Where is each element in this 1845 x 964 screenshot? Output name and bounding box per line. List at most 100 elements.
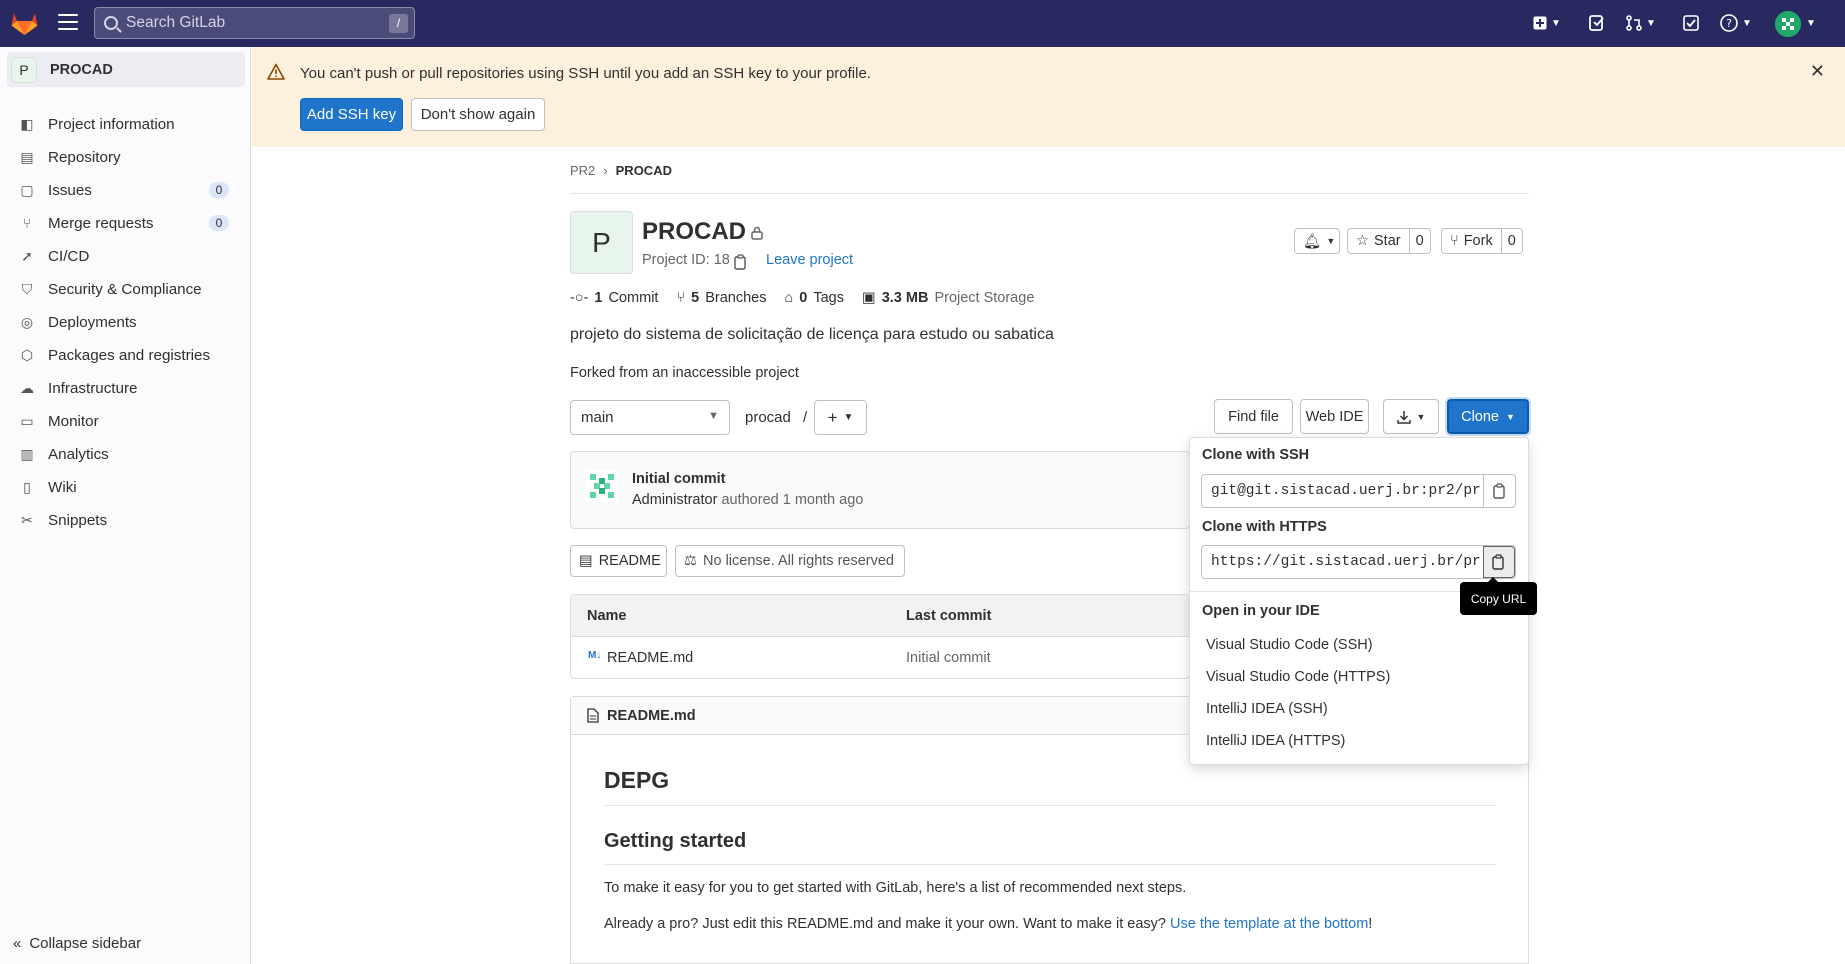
copy-ssh-url-button[interactable] bbox=[1483, 475, 1515, 507]
top-bar: Search GitLab / ▼ ▼ ? ▼ ▼ bbox=[0, 0, 1845, 47]
collapse-sidebar-label: Collapse sidebar bbox=[29, 935, 142, 952]
readme-pill[interactable]: ▤ README bbox=[570, 545, 667, 577]
fork-button[interactable]: ⑂ Fork 0 bbox=[1441, 228, 1523, 254]
sidebar-item-issues[interactable]: ▢ Issues 0 bbox=[8, 175, 244, 205]
sidebar-item-merge-requests[interactable]: ⑂ Merge requests 0 bbox=[8, 208, 244, 238]
menu-icon[interactable] bbox=[58, 14, 78, 32]
chevron-down-icon: ▼ bbox=[1505, 411, 1515, 422]
sidebar-item-wiki[interactable]: ▯ Wiki bbox=[8, 472, 244, 502]
divider bbox=[604, 805, 1496, 806]
open-intellij-ssh-item[interactable]: IntelliJ IDEA (SSH) bbox=[1206, 701, 1328, 717]
double-chevron-left-icon: « bbox=[13, 935, 22, 952]
clone-label: Clone bbox=[1461, 408, 1499, 425]
issues-count-badge: 0 bbox=[209, 182, 229, 198]
avatar[interactable] bbox=[586, 470, 618, 502]
collapse-sidebar-button[interactable]: « Collapse sidebar bbox=[13, 935, 141, 952]
star-count[interactable]: 0 bbox=[1408, 229, 1430, 253]
branch-selector[interactable]: main ▼ bbox=[570, 400, 730, 435]
find-file-button[interactable]: Find file bbox=[1214, 399, 1293, 434]
notification-dropdown[interactable]: 🔔︎ ▼ bbox=[1294, 228, 1340, 254]
sidebar-item-infrastructure[interactable]: ☁ Infrastructure bbox=[8, 373, 244, 403]
dont-show-again-button[interactable]: Don't show again bbox=[411, 98, 545, 131]
project-description: projeto do sistema de solicitação de lic… bbox=[570, 326, 1054, 343]
sidebar-item-packages-registries[interactable]: ⬡ Packages and registries bbox=[8, 340, 244, 370]
copy-icon[interactable] bbox=[734, 254, 748, 270]
license-pill[interactable]: ⚖ No license. All rights reserved bbox=[675, 545, 905, 577]
sidebar-project-header[interactable]: P PROCAD bbox=[7, 52, 245, 87]
issues-icon[interactable] bbox=[1589, 13, 1604, 33]
chevron-down-icon[interactable]: ▼ bbox=[1806, 13, 1816, 33]
sidebar-project-name: PROCAD bbox=[50, 61, 113, 78]
sidebar-item-analytics[interactable]: ▥ Analytics bbox=[8, 439, 244, 469]
star-button[interactable]: ☆ Star 0 bbox=[1347, 228, 1431, 254]
leave-project-link[interactable]: Leave project bbox=[766, 252, 853, 268]
search-input[interactable]: Search GitLab / bbox=[94, 7, 415, 39]
commit-title[interactable]: Initial commit bbox=[632, 471, 725, 487]
web-ide-button[interactable]: Web IDE bbox=[1300, 399, 1369, 434]
markdown-icon: M↓ bbox=[588, 650, 602, 661]
sidebar-item-cicd[interactable]: ➚ CI/CD bbox=[8, 241, 244, 271]
file-last-commit[interactable]: Initial commit bbox=[906, 650, 991, 666]
commit-author[interactable]: Administrator bbox=[632, 492, 717, 508]
todo-icon[interactable] bbox=[1683, 13, 1699, 33]
sidebar-item-security-compliance[interactable]: ⛉ Security & Compliance bbox=[8, 274, 244, 304]
package-icon: ⬡ bbox=[20, 347, 34, 363]
readme-pill-label: README bbox=[598, 553, 661, 569]
sidebar-item-label: Analytics bbox=[48, 445, 109, 463]
chart-icon: ▥ bbox=[20, 446, 34, 462]
plus-square-icon[interactable]: ▼ bbox=[1533, 13, 1561, 33]
table-row[interactable]: M↓ README.md Initial commit bbox=[571, 638, 1189, 679]
bell-icon: 🔔︎ ▼ bbox=[1303, 233, 1336, 250]
tags-stat[interactable]: ⌂ 0 Tags bbox=[785, 290, 844, 306]
sidebar-item-label: Repository bbox=[48, 148, 121, 166]
clone-button[interactable]: Clone ▼ bbox=[1447, 399, 1529, 434]
file-name-link[interactable]: README.md bbox=[607, 650, 693, 666]
readme-filename[interactable]: README.md bbox=[607, 708, 696, 724]
file-icon bbox=[587, 708, 599, 723]
clone-ssh-input[interactable]: git@git.sistacad.uerj.br:pr2/pr bbox=[1201, 474, 1516, 508]
sidebar-item-repository[interactable]: ▤ Repository bbox=[8, 142, 244, 172]
open-vscode-ssh-item[interactable]: Visual Studio Code (SSH) bbox=[1206, 637, 1373, 653]
shield-icon: ⛉ bbox=[21, 281, 33, 297]
column-header-name: Name bbox=[587, 608, 627, 624]
template-link[interactable]: Use the template at the bottom bbox=[1170, 916, 1368, 932]
readme-paragraph-2-text: Already a pro? Just edit this README.md … bbox=[604, 916, 1171, 932]
add-ssh-key-button[interactable]: Add SSH key bbox=[300, 98, 403, 131]
clone-https-url[interactable]: https://git.sistacad.uerj.br/pr bbox=[1202, 554, 1483, 570]
gitlab-logo-icon[interactable] bbox=[11, 10, 38, 36]
add-file-dropdown[interactable]: + ▼ bbox=[814, 400, 867, 435]
download-dropdown[interactable]: ▼ bbox=[1383, 399, 1439, 434]
project-avatar-large: P bbox=[570, 211, 633, 274]
fork-count[interactable]: 0 bbox=[1500, 229, 1522, 253]
branches-count: 5 bbox=[691, 290, 700, 306]
rocket-icon: ➚ bbox=[21, 248, 33, 264]
copy-url-tooltip: Copy URL bbox=[1460, 577, 1537, 615]
clone-https-input[interactable]: https://git.sistacad.uerj.br/pr bbox=[1201, 545, 1516, 579]
breadcrumb-project[interactable]: PROCAD bbox=[616, 163, 672, 178]
clone-ssh-url[interactable]: git@git.sistacad.uerj.br:pr2/pr bbox=[1202, 483, 1483, 499]
banner-message: You can't push or pull repositories usin… bbox=[300, 65, 871, 82]
sidebar-item-deployments[interactable]: ◎ Deployments bbox=[8, 307, 244, 337]
open-vscode-https-item[interactable]: Visual Studio Code (HTTPS) bbox=[1206, 669, 1390, 685]
commits-stat[interactable]: -○- 1 Commit bbox=[570, 290, 658, 306]
chevron-down-icon: ▼ bbox=[843, 412, 854, 423]
close-icon[interactable]: ✕ bbox=[1810, 61, 1825, 82]
open-in-ide-label: Open in your IDE bbox=[1202, 603, 1320, 619]
copy-icon bbox=[1492, 554, 1504, 570]
sidebar-item-project-information[interactable]: ◧ Project information bbox=[8, 109, 244, 139]
readme-paragraph-2: Already a pro? Just edit this README.md … bbox=[604, 916, 1372, 932]
merge-request-icon[interactable]: ▼ bbox=[1626, 13, 1656, 33]
issues-icon: ▢ bbox=[20, 182, 34, 198]
avatar[interactable] bbox=[1775, 11, 1801, 37]
copy-icon bbox=[1492, 483, 1505, 499]
sidebar-item-monitor[interactable]: ▭ Monitor bbox=[8, 406, 244, 436]
copy-https-url-button[interactable] bbox=[1483, 546, 1515, 578]
branches-stat[interactable]: ⑂ 5 Branches bbox=[676, 290, 766, 306]
sidebar-item-snippets[interactable]: ✂ Snippets bbox=[8, 505, 244, 535]
deployments-icon: ◎ bbox=[20, 314, 34, 330]
breadcrumb-group[interactable]: PR2 bbox=[570, 163, 595, 178]
open-intellij-https-item[interactable]: IntelliJ IDEA (HTTPS) bbox=[1206, 733, 1345, 749]
fork-label: Fork bbox=[1463, 233, 1493, 249]
path-root[interactable]: procad bbox=[745, 409, 791, 426]
help-icon[interactable]: ? ▼ bbox=[1720, 13, 1752, 33]
